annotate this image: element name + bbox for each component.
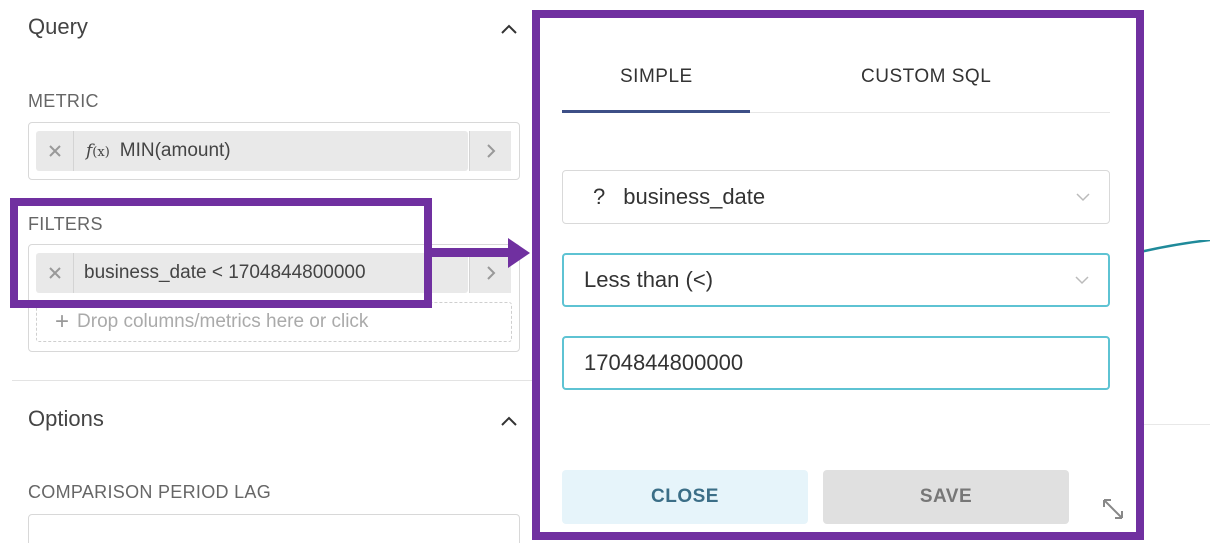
chevron-right-icon [486, 144, 495, 158]
tab-custom-sql[interactable]: CUSTOM SQL [861, 66, 991, 88]
function-icon: f(x) [86, 141, 110, 161]
chart-rule [1144, 424, 1210, 425]
metric-expand-button[interactable] [469, 131, 511, 171]
comparator-input-value: 1704844800000 [584, 350, 744, 375]
column-select-value: business_date [623, 184, 766, 209]
resize-icon[interactable] [1100, 496, 1126, 522]
chevron-down-icon [1076, 193, 1090, 202]
filter-expand-button[interactable] [469, 253, 511, 293]
annotation-arrow-icon [508, 238, 530, 268]
metric-label: METRIC [28, 91, 99, 111]
chart-line-fragment [1140, 240, 1210, 254]
chevron-up-icon[interactable] [498, 410, 520, 432]
query-title: Query [28, 14, 88, 39]
tab-rule [750, 112, 1110, 113]
close-button[interactable]: CLOSE [562, 470, 808, 524]
annotation-highlight-box [10, 198, 432, 308]
column-select[interactable]: ? business_date [562, 170, 1110, 224]
chevron-down-icon [1075, 276, 1089, 285]
comparator-input[interactable]: 1704844800000 [562, 336, 1110, 390]
options-title: Options [28, 406, 104, 431]
chevron-right-icon [486, 266, 495, 280]
drop-zone[interactable]: + Drop columns/metrics here or click [36, 302, 512, 342]
operator-select-value: Less than (<) [584, 267, 714, 292]
save-button[interactable]: SAVE [823, 470, 1069, 524]
metric-pill[interactable]: f(x) MIN(amount) [36, 131, 468, 171]
operator-select[interactable]: Less than (<) [562, 253, 1110, 307]
remove-metric-icon[interactable] [36, 131, 74, 171]
drop-placeholder: Drop columns/metrics here or click [77, 311, 369, 332]
active-tab-indicator [562, 110, 750, 113]
plus-icon: + [55, 308, 70, 335]
chevron-up-icon[interactable] [498, 18, 520, 40]
filter-edit-popover: SIMPLE CUSTOM SQL ? business_date Less t… [532, 10, 1144, 540]
comparison-period-lag-label: COMPARISON PERIOD LAG [28, 482, 272, 502]
comparison-period-lag-input[interactable] [28, 514, 520, 543]
column-type-icon: ? [593, 184, 606, 209]
section-divider [12, 380, 532, 381]
metric-value: MIN(amount) [119, 140, 231, 161]
annotation-arrow-line [432, 248, 514, 257]
tab-simple[interactable]: SIMPLE [620, 66, 693, 88]
